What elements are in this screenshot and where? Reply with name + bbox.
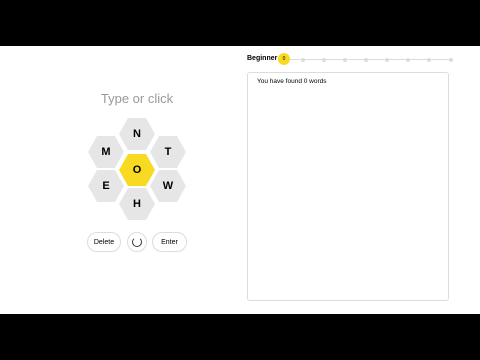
progress-step-dot: [406, 57, 410, 62]
progress-step-dot: [322, 57, 326, 62]
shuffle-icon: [132, 237, 142, 247]
word-input-prompt[interactable]: Type or click: [88, 91, 186, 106]
hive-cell-bottom-right[interactable]: W: [150, 170, 186, 202]
shuffle-button[interactable]: [127, 232, 147, 252]
hive-cell-bottom-left[interactable]: E: [88, 170, 124, 202]
hive-panel: Type or click N M T O E W H Delete Enter: [0, 46, 240, 314]
delete-button[interactable]: Delete: [87, 232, 121, 252]
game-page: Type or click N M T O E W H Delete Enter…: [0, 46, 480, 314]
progress-step-dot: [343, 57, 347, 62]
hive-cell-center[interactable]: O: [119, 154, 155, 186]
enter-button[interactable]: Enter: [152, 232, 187, 252]
rank-progress-bar: Beginner 0: [247, 53, 457, 67]
found-words-count: You have found 0 words: [257, 78, 327, 85]
found-words-panel[interactable]: You have found 0 words: [247, 72, 449, 301]
hive-cell-top[interactable]: N: [119, 118, 155, 150]
hive-cell-top-right[interactable]: T: [150, 136, 186, 168]
progress-step-dot: [385, 57, 389, 62]
progress-step-dot: [301, 57, 305, 62]
progress-step-dot: [449, 57, 453, 62]
score-marker: 0: [278, 53, 290, 65]
rank-label: Beginner: [247, 55, 278, 62]
hive-cell-top-left[interactable]: M: [88, 136, 124, 168]
progress-step-dot: [427, 57, 431, 62]
hive-cell-bottom[interactable]: H: [119, 188, 155, 220]
progress-step-dot: [364, 57, 368, 62]
